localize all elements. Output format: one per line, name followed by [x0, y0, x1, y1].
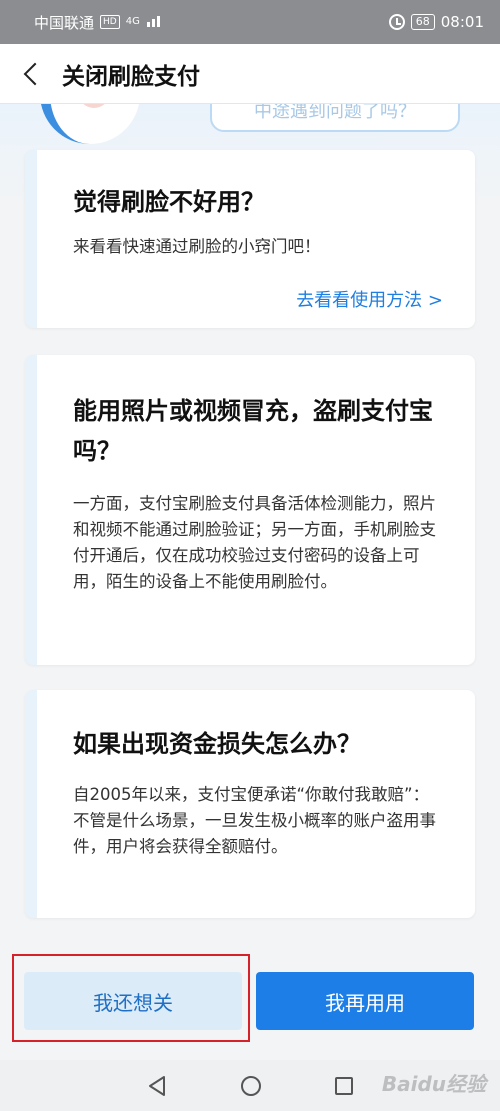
status-left: 中国联通 HD 4G [34, 12, 164, 33]
bottom-action-bar: 我还想关 我再用用 [0, 942, 500, 1060]
sys-back-icon[interactable] [147, 1075, 167, 1097]
still-close-button[interactable]: 我还想关 [24, 972, 242, 1030]
back-icon[interactable] [8, 44, 56, 104]
status-bar: 中国联通 HD 4G 68 08:01 [0, 0, 500, 44]
page-title: 关闭刷脸支付 [62, 63, 200, 90]
card-face-tips: 觉得刷脸不好用？ 来看看快速通过刷脸的小窍门吧！ 去看看使用方法 > [25, 150, 475, 328]
nav-bar: 关闭刷脸支付 [0, 44, 500, 104]
clock: 08:01 [440, 13, 484, 31]
keep-using-button[interactable]: 我再用用 [256, 972, 474, 1030]
signal-icon [146, 13, 164, 31]
watermark-logo: Baidu经验 [381, 1072, 486, 1096]
card-text: 一方面，支付宝刷脸支付具备活体检测能力，照片和视频不能通过刷脸验证；另一方面，手… [73, 494, 436, 591]
card-title: 能用照片或视频冒充，盗刷支付宝吗？ [73, 397, 433, 465]
card-title: 如果出现资金损失怎么办？ [73, 730, 361, 758]
hd-badge: HD [100, 15, 120, 29]
card-fund-loss: 如果出现资金损失怎么办？ 自2005年以来，支付宝便承诺“你敢付我敢赔”：不管是… [25, 690, 475, 918]
view-usage-link[interactable]: 去看看使用方法 > [296, 286, 443, 312]
avatar-illustration [40, 104, 140, 144]
status-right: 68 08:01 [388, 13, 484, 31]
battery-indicator: 68 [410, 14, 435, 30]
network-type: 4G [125, 16, 140, 27]
card-title: 觉得刷脸不好用？ [73, 188, 265, 216]
speech-bubble: 中途遇到问题了吗？ [210, 104, 460, 132]
card-text: 来看看快速通过刷脸的小窍门吧！ [73, 237, 321, 256]
card-text: 自2005年以来，支付宝便承诺“你敢付我敢赔”：不管是什么场景，一旦发生极小概率… [73, 785, 436, 856]
alarm-icon [388, 14, 405, 30]
sys-home-icon[interactable] [241, 1075, 261, 1096]
card-photo-spoofing: 能用照片或视频冒充，盗刷支付宝吗？ 一方面，支付宝刷脸支付具备活体检测能力，照片… [25, 355, 475, 665]
sys-recent-icon[interactable] [335, 1076, 353, 1095]
carrier-name: 中国联通 [34, 13, 95, 32]
